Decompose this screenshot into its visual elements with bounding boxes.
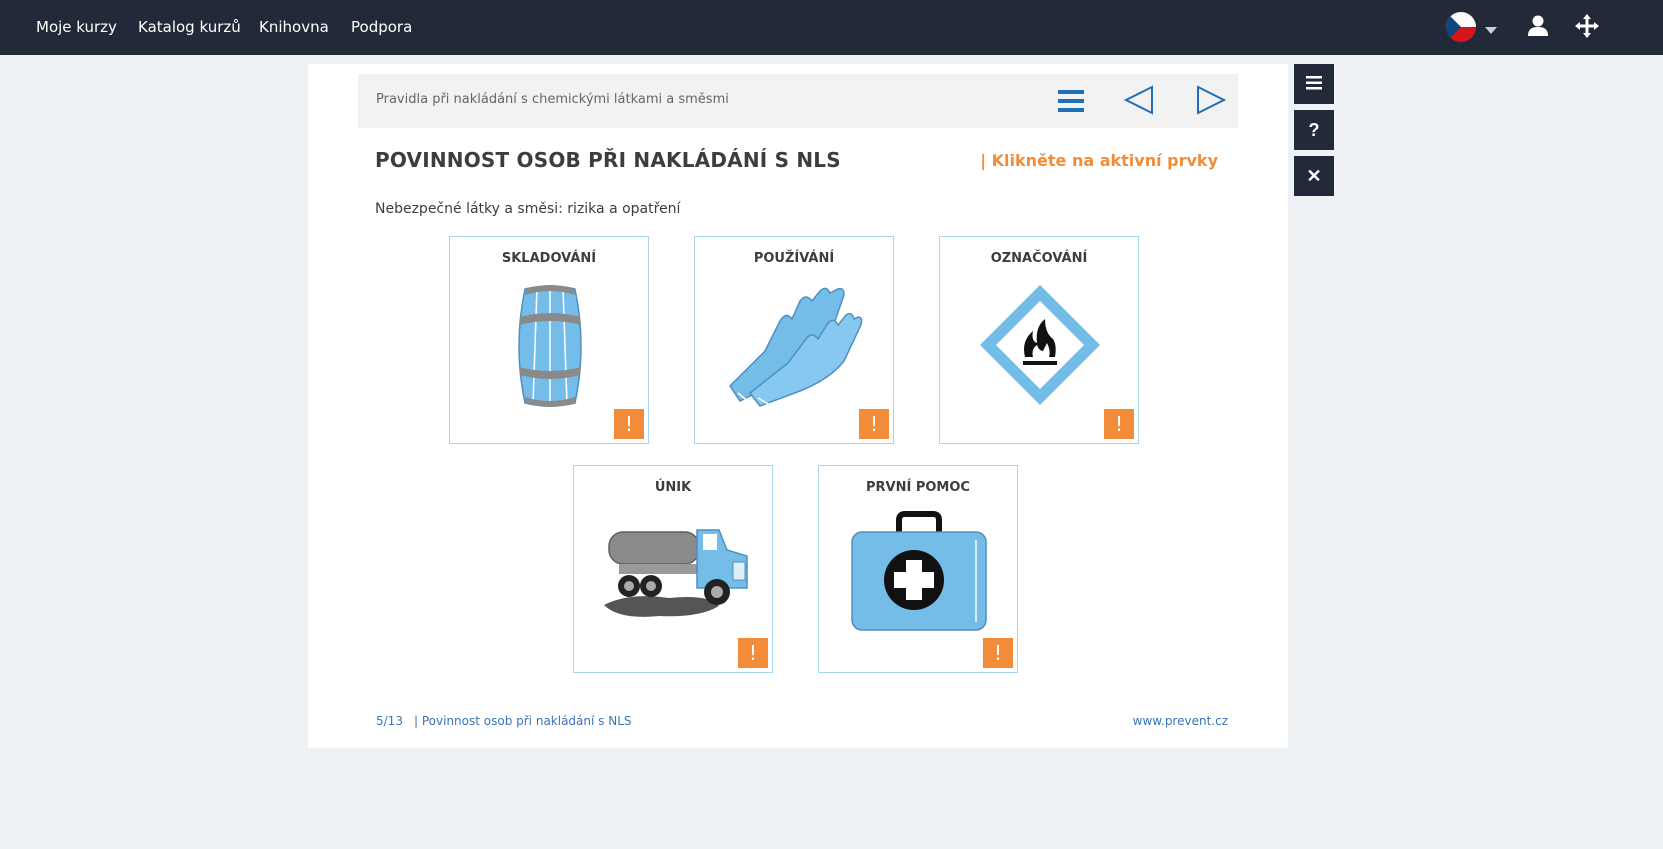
alert-badge: ! bbox=[738, 638, 768, 668]
click-hint: | Klikněte na aktivní prvky bbox=[980, 151, 1218, 170]
page-counter: 5/13 bbox=[376, 714, 403, 728]
tile-usage[interactable]: POUŽÍVÁNÍ ! bbox=[694, 236, 894, 444]
previous-page-icon[interactable] bbox=[1123, 85, 1154, 120]
page-subtitle: Nebezpečné látky a směsi: rizika a opatř… bbox=[375, 201, 681, 217]
tile-first-aid[interactable]: PRVNÍ POMOC ! bbox=[818, 465, 1018, 673]
tile-leak[interactable]: ÚNIK ! bbox=[573, 465, 773, 673]
barrel-icon bbox=[475, 281, 625, 411]
gloves-icon bbox=[720, 281, 870, 411]
hamburger-icon bbox=[1306, 74, 1322, 95]
nav-item-my-courses[interactable]: Moje kurzy bbox=[36, 18, 117, 36]
tanker-truck-icon bbox=[599, 510, 749, 640]
top-nav: Moje kurzy Katalog kurzů Knihovna Podpor… bbox=[0, 0, 1663, 55]
alert-badge: ! bbox=[859, 409, 889, 439]
page-title: POVINNOST OSOB PŘI NAKLÁDÁNÍ S NLS bbox=[375, 148, 841, 172]
nav-item-support[interactable]: Podpora bbox=[351, 18, 412, 36]
user-icon[interactable] bbox=[1528, 15, 1548, 42]
footer-section-title: | Povinnost osob při nakládání s NLS bbox=[414, 714, 632, 728]
tile-label: SKLADOVÁNÍ bbox=[501, 251, 597, 266]
tile-label: OZNAČOVÁNÍ bbox=[990, 251, 1088, 266]
lesson-menu-icon[interactable] bbox=[1058, 88, 1084, 119]
close-button[interactable]: ✕ bbox=[1294, 156, 1334, 196]
tile-labeling[interactable]: OZNAČOVÁNÍ ! bbox=[939, 236, 1139, 444]
course-title: Pravidla při nakládání s chemickými látk… bbox=[376, 92, 729, 107]
question-mark-icon: ? bbox=[1308, 119, 1320, 140]
alert-badge: ! bbox=[614, 409, 644, 439]
flammable-pictogram-icon bbox=[965, 281, 1115, 411]
tile-label: POUŽÍVÁNÍ bbox=[753, 251, 835, 266]
alert-badge: ! bbox=[983, 638, 1013, 668]
tile-label: PRVNÍ POMOC bbox=[866, 480, 970, 495]
close-icon: ✕ bbox=[1306, 165, 1322, 186]
side-menu-button[interactable] bbox=[1294, 64, 1334, 104]
footer-website-link[interactable]: www.prevent.cz bbox=[1133, 714, 1228, 728]
move-arrows-icon[interactable] bbox=[1575, 14, 1599, 43]
language-dropdown-caret-icon[interactable] bbox=[1485, 22, 1497, 40]
czech-flag-icon[interactable] bbox=[1446, 12, 1476, 42]
help-button[interactable]: ? bbox=[1294, 110, 1334, 150]
tile-label: ÚNIK bbox=[654, 480, 692, 495]
nav-item-course-catalog[interactable]: Katalog kurzů bbox=[138, 18, 241, 36]
alert-badge: ! bbox=[1104, 409, 1134, 439]
first-aid-kit-icon bbox=[844, 510, 994, 640]
next-page-icon[interactable] bbox=[1196, 85, 1227, 120]
tile-storage[interactable]: SKLADOVÁNÍ ! bbox=[449, 236, 649, 444]
nav-item-library[interactable]: Knihovna bbox=[259, 18, 329, 36]
